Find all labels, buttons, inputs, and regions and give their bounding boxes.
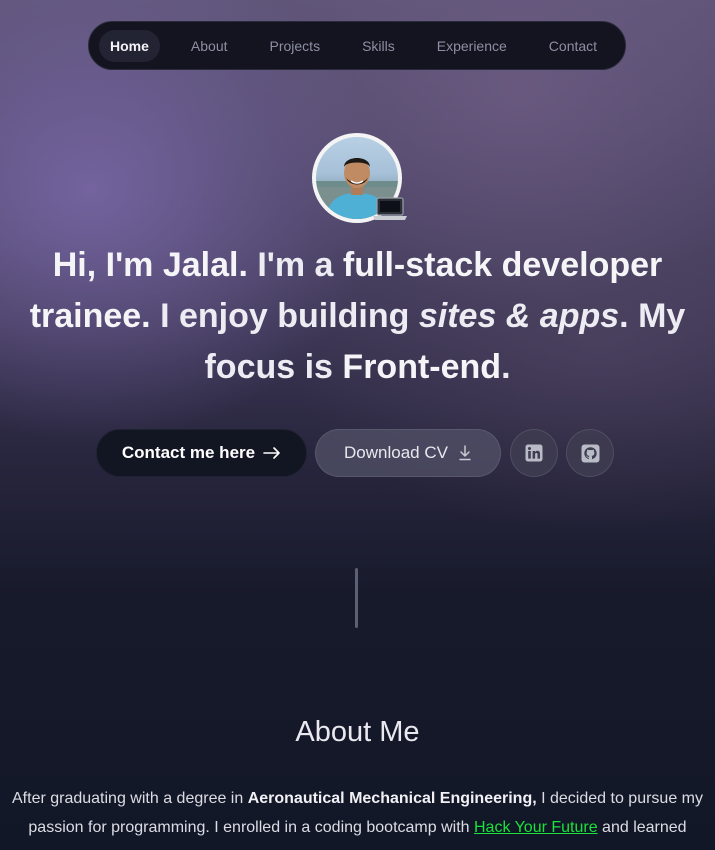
- about-degree: Aeronautical Mechanical Engineering,: [247, 790, 537, 807]
- laptop-icon: [373, 197, 407, 220]
- github-icon: [581, 444, 599, 462]
- download-icon: [459, 445, 471, 461]
- headline-greeting: Hi, I'm Jalal.: [52, 246, 248, 284]
- nav-item-experience[interactable]: Experience: [426, 30, 518, 62]
- section-divider: [355, 568, 358, 628]
- about-title: About Me: [295, 716, 420, 748]
- hack-your-future-link[interactable]: Hack Your Future: [474, 819, 598, 836]
- github-button[interactable]: [566, 429, 614, 477]
- linkedin-icon: [525, 444, 543, 462]
- hero-headline: Hi, I'm Jalal. I'm a full-stack develope…: [20, 240, 695, 393]
- nav-item-projects[interactable]: Projects: [259, 30, 332, 62]
- headline-emphasis: sites & apps: [418, 297, 620, 335]
- nav-item-contact[interactable]: Contact: [538, 30, 608, 62]
- headline-text-1: I'm a: [247, 246, 343, 284]
- about-text-3: and learned: [597, 819, 687, 836]
- avatar-container: [312, 133, 407, 223]
- nav-item-about[interactable]: About: [180, 30, 239, 62]
- contact-button-label: Contact me here: [121, 443, 256, 462]
- headline-focus: Front-end: [342, 348, 502, 386]
- nav-item-skills[interactable]: Skills: [351, 30, 406, 62]
- nav-item-home[interactable]: Home: [99, 29, 160, 62]
- top-nav: Home About Projects Skills Experience Co…: [88, 21, 626, 70]
- linkedin-button[interactable]: [510, 429, 558, 477]
- about-paragraph: After graduating with a degree in Aerona…: [12, 784, 703, 842]
- arrow-right-icon: [263, 447, 280, 459]
- headline-text-4: .: [501, 348, 511, 386]
- download-cv-button[interactable]: Download CV: [315, 429, 501, 477]
- about-text-1: After graduating with a degree in: [12, 790, 248, 807]
- contact-me-button[interactable]: Contact me here: [96, 429, 307, 477]
- download-cv-label: Download CV: [344, 443, 448, 462]
- headline-text-2: I enjoy building: [150, 297, 419, 335]
